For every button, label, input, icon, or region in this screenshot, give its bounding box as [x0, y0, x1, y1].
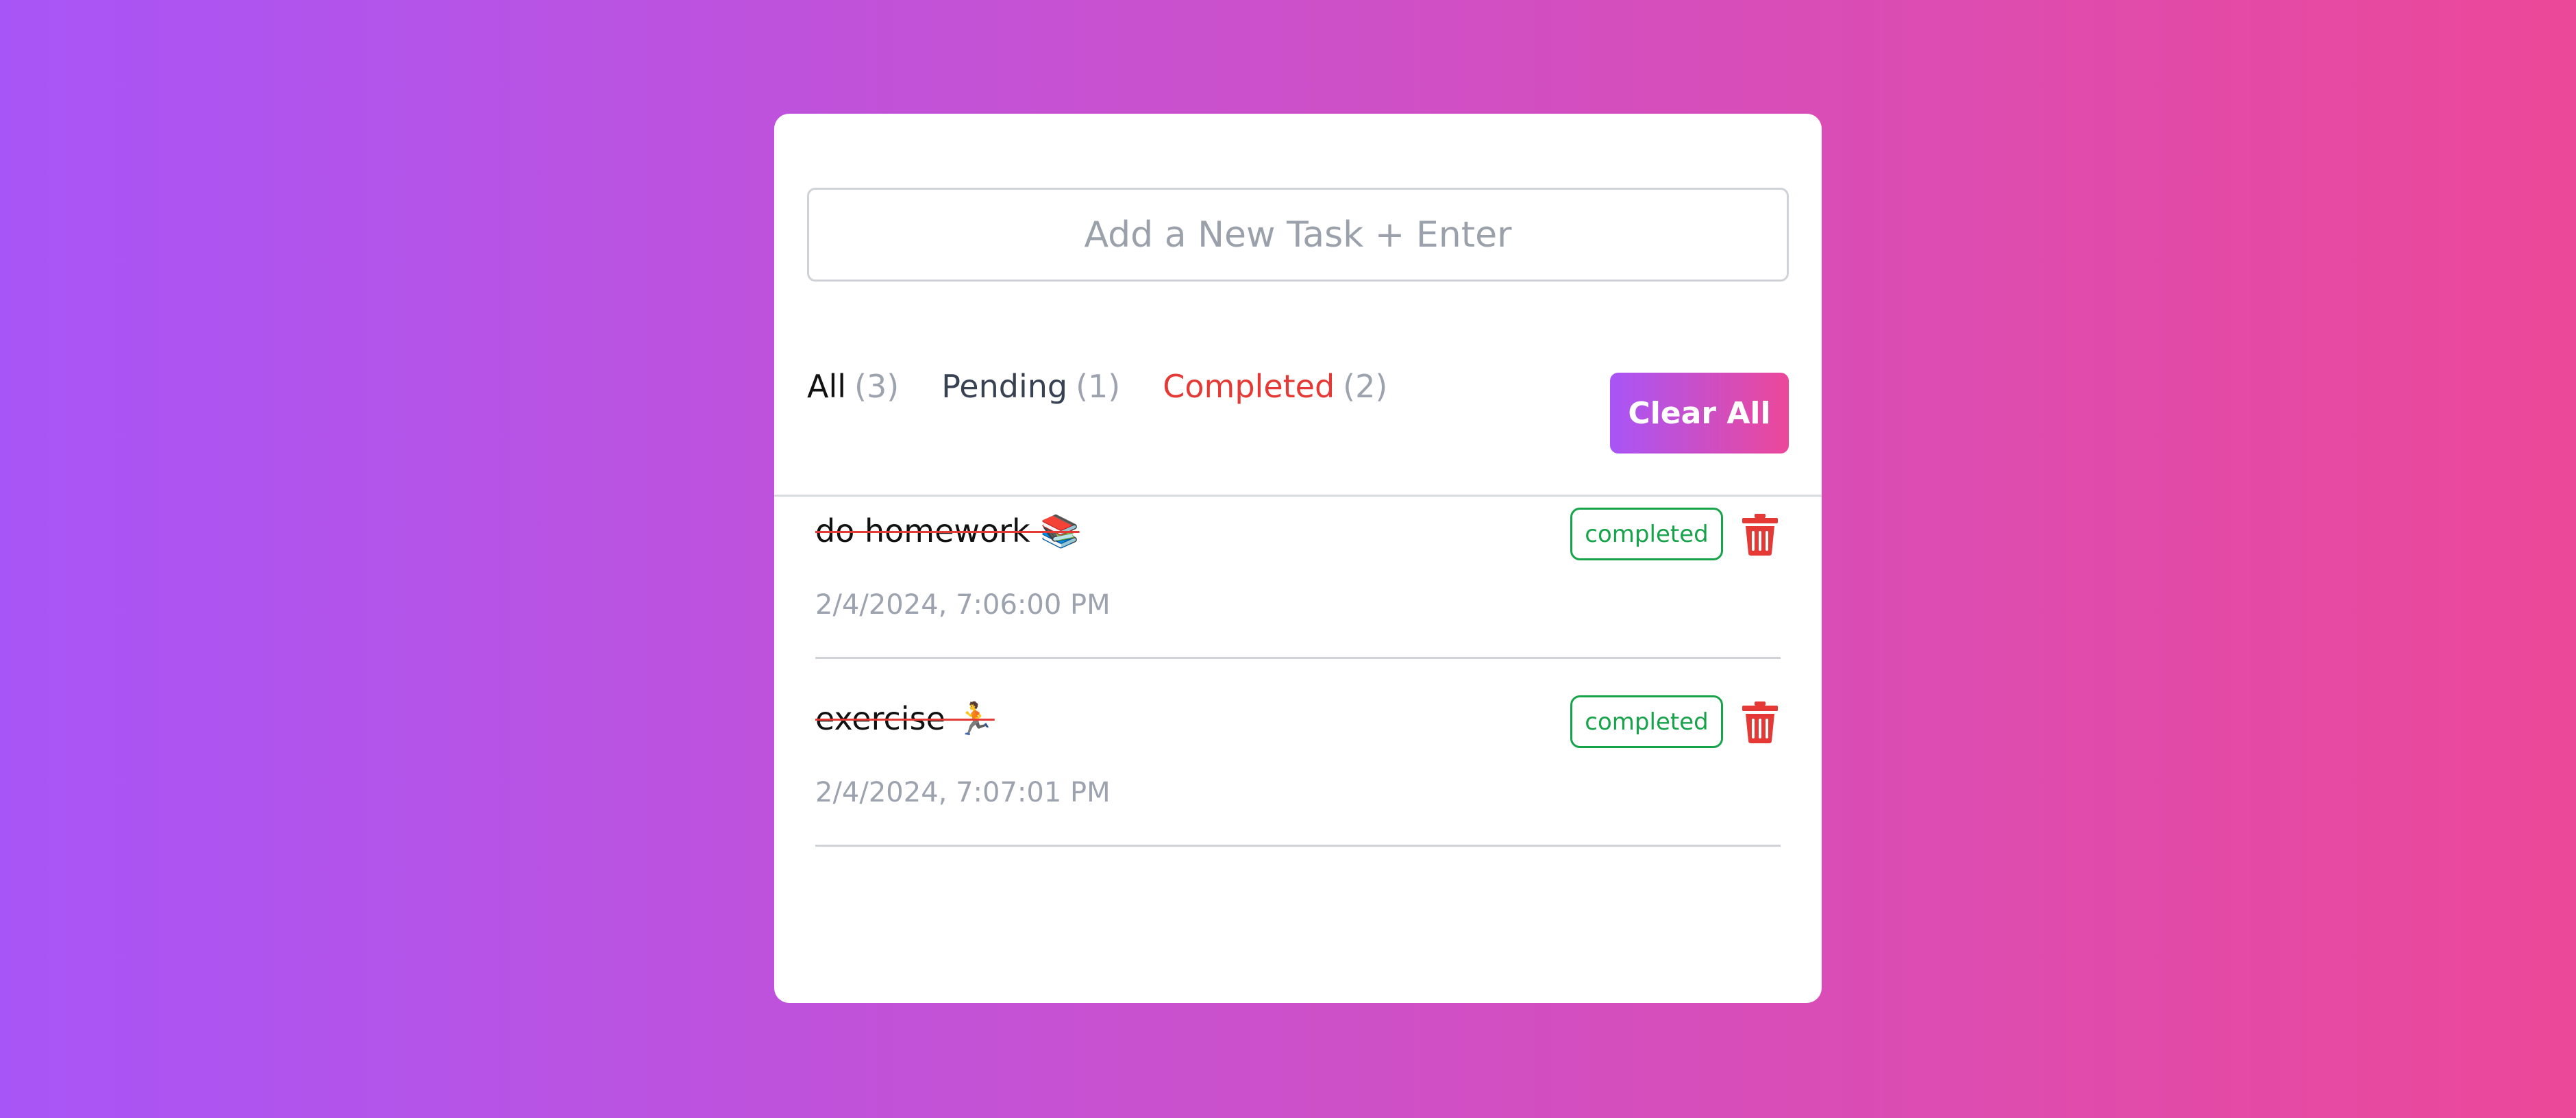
task-timestamp: 2/4/2024, 7:07:01 PM [815, 777, 1111, 808]
filter-completed-label: Completed [1163, 368, 1335, 405]
task-text[interactable]: exercise 🏃 [815, 700, 995, 738]
trash-icon[interactable] [1741, 700, 1779, 744]
filter-all-count: (3) [854, 368, 900, 405]
clear-all-button[interactable]: Clear All [1610, 373, 1789, 454]
filter-completed[interactable]: Completed (2) [1163, 368, 1387, 405]
filter-pending-count: (1) [1076, 368, 1121, 405]
task-text[interactable]: do homework 📚 [815, 512, 1080, 550]
filter-all-label: All [807, 368, 847, 405]
task-item: exercise 🏃 2/4/2024, 7:07:01 PM completed [815, 669, 1781, 847]
new-task-input[interactable] [807, 188, 1789, 282]
filter-completed-count: (2) [1343, 368, 1388, 405]
task-item: do homework 📚 2/4/2024, 7:06:00 PM complet… [815, 481, 1781, 659]
filter-pending-label: Pending [941, 368, 1068, 405]
todo-card: Clear All All(3) Pending(1) Completed(2)… [774, 114, 1822, 1003]
filter-all[interactable]: All (3) [807, 368, 899, 405]
status-badge[interactable]: completed [1570, 695, 1723, 748]
filter-tabs: All (3) Pending (1) Completed (2) [807, 345, 1387, 427]
status-badge[interactable]: completed [1570, 508, 1723, 560]
task-timestamp: 2/4/2024, 7:06:00 PM [815, 589, 1111, 621]
filter-pending[interactable]: Pending (1) [941, 368, 1120, 405]
trash-icon[interactable] [1741, 512, 1779, 556]
